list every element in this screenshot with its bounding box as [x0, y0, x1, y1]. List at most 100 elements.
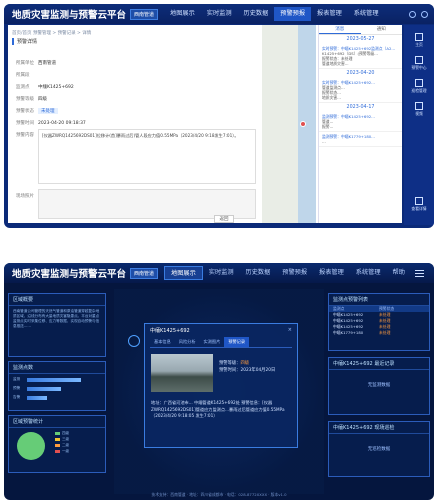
sidebar-item-home[interactable]: 主页 — [415, 33, 423, 48]
top-bar: 地质灾害监测与预警云平台 西南管道 地图展示 实时监测 历史数据 预警预报 报表… — [4, 4, 434, 24]
pie-chart — [17, 432, 45, 460]
nav-report[interactable]: 报表管理 — [313, 266, 350, 280]
legend-label: 二级 — [62, 442, 69, 447]
nav-warning[interactable]: 预警预报 — [276, 266, 313, 280]
inspection-icon — [415, 79, 423, 87]
close-icon[interactable]: × — [288, 327, 292, 334]
field-segment: 所属段 — [16, 69, 256, 81]
mini-map[interactable] — [262, 25, 316, 223]
top-bar: 地质灾害监测与预警云平台 西南管道 地图展示 实时监测 历史数据 预警预报 报表… — [4, 263, 434, 283]
nav-report[interactable]: 报表管理 — [311, 7, 348, 21]
message-item[interactable]: 监测预警：中缅K1425+692… 管道… 报警… — [319, 112, 402, 132]
region-badge[interactable]: 西南管道 — [130, 267, 159, 279]
tab-notices[interactable]: 通知 — [361, 25, 403, 34]
sidebar-label: 查看详情 — [411, 206, 427, 211]
back-button[interactable]: 返回 — [214, 215, 234, 223]
bar-label: 告警 — [13, 395, 21, 399]
popup-tabs: 基本信息 风险分析 实测图片 预警记录 — [150, 337, 292, 348]
field-status: 预警状态 未处理 — [16, 105, 256, 117]
field-unit: 所属单位 西南管道 — [16, 57, 256, 69]
location-pin-icon[interactable] — [300, 121, 306, 127]
panel-title: 中缅K1425+692 最近记录 — [329, 358, 429, 370]
legend-label: 四级 — [62, 430, 69, 435]
field-label: 预警等级 — [16, 97, 34, 102]
bar-row: 告警 — [13, 394, 101, 401]
nav-map[interactable]: 地图展示 — [164, 7, 201, 21]
panel-monitor-count: 监测点数 监测 预警 告警 — [8, 361, 106, 411]
sidebar-item-inspection[interactable]: 巡检管理 — [411, 79, 427, 94]
right-sidebar: 主页 预警中心 巡检管理 视频 查看详情 — [404, 25, 434, 225]
point-detail-popup: 中缅K1425+692 × 基本信息 风险分析 实测图片 预警记录 预警等级：四… — [144, 323, 298, 448]
nav-help[interactable]: 帮助 — [387, 266, 411, 280]
main-nav: 地图展示 实时监测 历史数据 预警预报 报表管理 系统管理 帮助 — [164, 263, 411, 283]
detail-icon — [415, 197, 423, 205]
legend-swatch — [55, 449, 60, 453]
sidebar-label: 预警中心 — [411, 65, 427, 70]
sidebar-label: 巡检管理 — [411, 88, 427, 93]
bar — [27, 395, 47, 400]
app-title: 地质灾害监测与预警云平台 — [12, 10, 127, 21]
popup-info: 预警等级：四级 预警时间：2023年04月20日 — [219, 360, 275, 374]
time-row: 预警时间：2023年04月20日 — [219, 367, 275, 374]
field-label: 预警状态 — [16, 109, 34, 114]
message-date: 2023-04-17 — [346, 105, 375, 110]
main-nav: 地图展示 实时监测 历史数据 预警预报 报表管理 系统管理 — [164, 4, 385, 24]
tab-photos[interactable]: 实测图片 — [200, 337, 225, 347]
nav-realtime[interactable]: 实时监测 — [203, 266, 240, 280]
legend-swatch — [55, 431, 60, 435]
panel-title: 中缅K1425+692 现场巡检 — [329, 422, 429, 434]
field-label: 预警内容 — [16, 133, 34, 138]
time-label: 预警时间： — [219, 368, 241, 373]
sidebar-item-detail[interactable]: 查看详情 — [411, 197, 427, 212]
nav-history[interactable]: 历史数据 — [238, 7, 275, 21]
region-badge[interactable]: 西南管道 — [130, 8, 159, 20]
level-value: 四级 — [240, 361, 250, 366]
home-icon — [415, 33, 423, 41]
nav-warning[interactable]: 预警预报 — [274, 7, 312, 21]
message-date: 2023-05-27 — [346, 37, 375, 42]
tab-basic[interactable]: 基本信息 — [150, 337, 175, 347]
panel-title: 监测点预警列表 — [329, 294, 429, 306]
user-icon[interactable] — [421, 10, 428, 18]
popup-title: 中缅K1425+692 — [150, 328, 190, 334]
field-level: 预警等级 四级 — [16, 93, 256, 105]
tab-risk[interactable]: 风险分析 — [175, 337, 200, 347]
field-photo: 现场照片 — [16, 190, 38, 202]
message-line: 地质灾害… — [322, 95, 341, 100]
site-photo[interactable] — [151, 354, 213, 392]
panel-overview: 区域概要 西南管道公司管理的天然气管道和原油管道穿越复杂地质区域，沿线分布有大量… — [8, 293, 106, 357]
bar-row: 预警 — [13, 385, 101, 392]
message-item[interactable]: 实时预警：中缅K1425+692… 管道监测点… 报警状态… 地质灾害… — [319, 78, 402, 103]
sidebar-item-warning[interactable]: 预警中心 — [411, 56, 427, 71]
panel-title: 监测点数 — [9, 362, 105, 374]
menu-icon[interactable] — [415, 268, 424, 279]
overview-text: 西南管道公司管理的天然气管道和原油管道穿越复杂地质区域，沿线分布有大量地质灾害隐… — [13, 309, 100, 328]
section-title: 预警详情 — [12, 38, 37, 45]
sidebar-label: 视频 — [415, 111, 423, 116]
nav-system[interactable]: 系统管理 — [348, 7, 385, 21]
nav-history[interactable]: 历史数据 — [240, 266, 277, 280]
panel-warning-list: 监测点预警列表 监测点 预警状态 中缅K1425+692 未处理 中缅K1425+6… — [328, 293, 430, 351]
legend: 四级 三级 二级 一级 — [55, 430, 69, 454]
map-marker-icon[interactable] — [128, 335, 140, 347]
message-line: … — [322, 139, 326, 144]
message-line: 报警… — [322, 124, 334, 129]
table-row[interactable]: 中缅K1779+180 未处理 — [329, 330, 429, 336]
nav-map[interactable]: 地图展示 — [164, 266, 203, 280]
notification-icon[interactable] — [409, 10, 416, 18]
popup-description: 地址：广西省河池市... 中缅管道K1425+692处 预警信息：[仪器ZWRQ… — [151, 400, 285, 418]
sidebar-item-video[interactable]: 视频 — [415, 102, 423, 117]
tab-messages[interactable]: 消息 — [319, 25, 361, 34]
message-item[interactable]: 实时预警：中缅K1425+692监测点（A2… K1425+692（DS）(预警… — [319, 44, 402, 69]
time-value: 2023年04月20日 — [240, 368, 276, 373]
empty-state: 无监测数据 — [367, 383, 391, 388]
panel-title: 区域预警统计 — [9, 416, 105, 428]
panel-warning-stats: 区域预警统计 四级 三级 二级 一级 — [8, 415, 106, 473]
field-label: 预警时间 — [16, 121, 34, 126]
legend-label: 三级 — [62, 436, 69, 441]
message-item[interactable]: 监测预警：中缅K1779+180… … — [319, 132, 402, 147]
nav-realtime[interactable]: 实时监测 — [201, 7, 238, 21]
tab-records[interactable]: 预警记录 — [224, 337, 250, 347]
nav-system[interactable]: 系统管理 — [350, 266, 387, 280]
footer: 技术支持：西南管道 · 地址：四川省成都市 · 电话：028-8772XXXX … — [151, 492, 287, 497]
